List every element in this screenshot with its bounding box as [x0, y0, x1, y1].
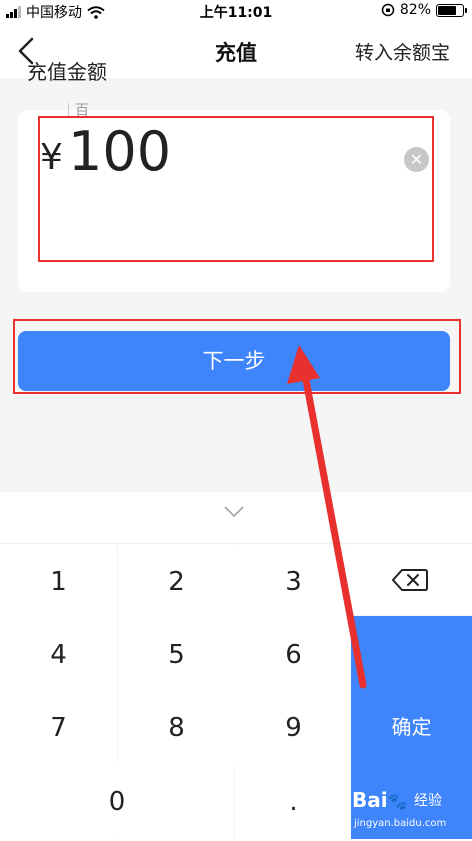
clear-icon[interactable]: ✕: [404, 147, 429, 172]
key-0[interactable]: 0: [0, 765, 234, 839]
battery-fill: [438, 5, 457, 15]
key-7[interactable]: 7: [0, 691, 117, 765]
unit-hint: 百: [68, 100, 89, 120]
key-1[interactable]: 1: [0, 545, 117, 619]
rotation-lock-icon: [381, 3, 395, 17]
key-3[interactable]: 3: [235, 545, 352, 619]
backspace-key[interactable]: [352, 544, 472, 616]
key-8[interactable]: 8: [118, 691, 235, 765]
key-9[interactable]: 9: [235, 691, 352, 765]
unit-hint-text: 百: [75, 103, 89, 119]
battery-percent: 82%: [399, 2, 431, 18]
chevron-down-icon: [224, 506, 244, 518]
key-2[interactable]: 2: [118, 545, 235, 619]
amount-input[interactable]: 100: [68, 122, 171, 182]
backspace-icon: [392, 569, 428, 591]
numeric-keyboard: 1 2 3 4 5 6 7 8 9 0 . 确定: [0, 492, 472, 841]
recharge-amount-label: 充值金额: [27, 60, 107, 84]
currency-symbol: ¥: [40, 137, 63, 178]
battery-icon: [436, 3, 467, 17]
key-4[interactable]: 4: [0, 618, 117, 692]
status-bar: 中国移动 上午11:01 82%: [0, 0, 472, 22]
keyboard-collapse-button[interactable]: [0, 492, 472, 544]
key-6[interactable]: 6: [235, 618, 352, 692]
transfer-to-yuebao-link[interactable]: 转入余额宝: [355, 38, 450, 65]
confirm-button[interactable]: 确定: [351, 616, 472, 839]
next-step-button[interactable]: 下一步: [18, 331, 450, 391]
key-decimal[interactable]: .: [235, 765, 352, 839]
key-5[interactable]: 5: [118, 618, 235, 692]
